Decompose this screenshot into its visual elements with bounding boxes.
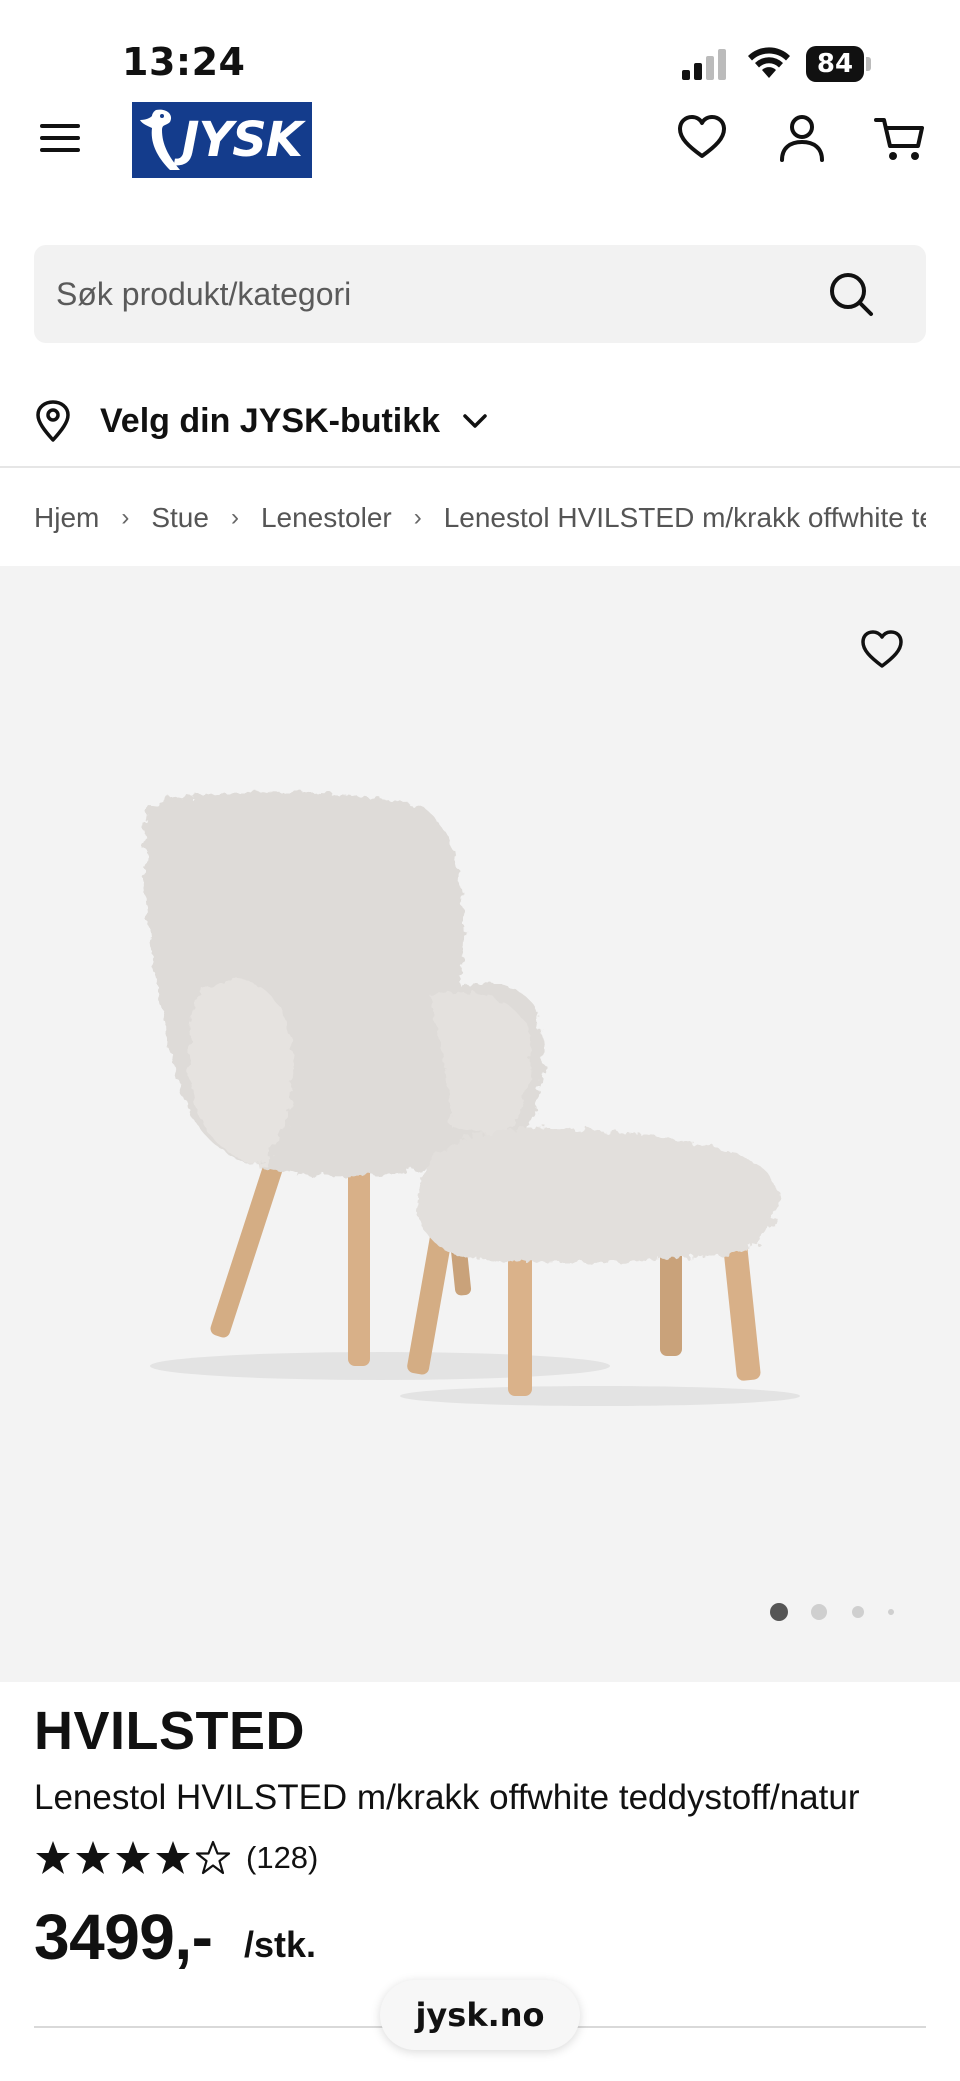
product-image [143,791,800,1406]
battery-icon: 84 [806,46,871,82]
breadcrumb-item-living-room[interactable]: Stue [151,502,209,534]
product-brand: HVILSTED [34,1701,306,1761]
breadcrumb-separator-icon: › [413,504,422,531]
star-filled-icon [156,1841,190,1874]
star-empty-icon [195,1840,231,1875]
battery-level: 84 [806,46,864,82]
review-count[interactable]: (128) [246,1840,318,1876]
product-rating[interactable]: (128) [34,1836,318,1880]
star-filled-icon [76,1841,110,1874]
header-divider [0,466,960,468]
breadcrumb-item-home[interactable]: Hjem [34,502,99,534]
logo-text: JYSK [181,112,303,168]
site-header: JYSK [0,100,960,200]
pagination-dot[interactable] [811,1604,827,1620]
search-icon[interactable] [828,271,874,317]
add-to-wishlist-heart-icon[interactable] [858,626,906,674]
price-unit: /stk. [244,1924,317,1965]
star-filled-icon [36,1841,70,1874]
breadcrumb-item-armchairs[interactable]: Lenestoler [261,502,392,534]
store-selector-label: Velg din JYSK-butikk [100,401,441,440]
chevron-down-icon [463,414,487,428]
star-filled-icon [116,1841,150,1874]
store-selector[interactable]: Velg din JYSK-butikk [34,395,634,447]
location-pin-icon [36,400,70,442]
account-user-icon[interactable] [776,112,828,164]
gallery-pagination [760,1596,910,1626]
product-name: Lenestol HVILSTED m/krakk offwhite teddy… [34,1778,860,1817]
breadcrumb: Hjem › Stue › Lenestoler › Lenestol HVIL… [34,496,926,540]
pagination-dot[interactable] [888,1609,894,1615]
cellular-signal-icon [682,49,726,80]
jysk-logo[interactable]: JYSK [132,102,312,178]
breadcrumb-item-current: Lenestol HVILSTED m/krakk offwhite teddy… [443,502,926,533]
browser-url-bar[interactable]: jysk.no [380,1980,580,2050]
breadcrumb-separator-icon: › [230,504,239,531]
wifi-icon [748,47,790,78]
hamburger-menu-icon[interactable] [38,118,82,158]
search-input[interactable] [34,245,834,343]
wishlist-heart-icon[interactable] [676,112,728,164]
breadcrumb-separator-icon: › [121,504,130,531]
pagination-dot[interactable] [852,1606,864,1618]
pagination-dot-active[interactable] [770,1603,788,1621]
status-time: 13:24 [122,40,246,84]
logo-bird-icon [140,109,180,170]
shopping-cart-icon[interactable] [874,112,926,164]
search-bar [34,245,926,343]
product-price: 3499,- [34,1901,213,1973]
product-gallery[interactable] [0,566,960,1682]
